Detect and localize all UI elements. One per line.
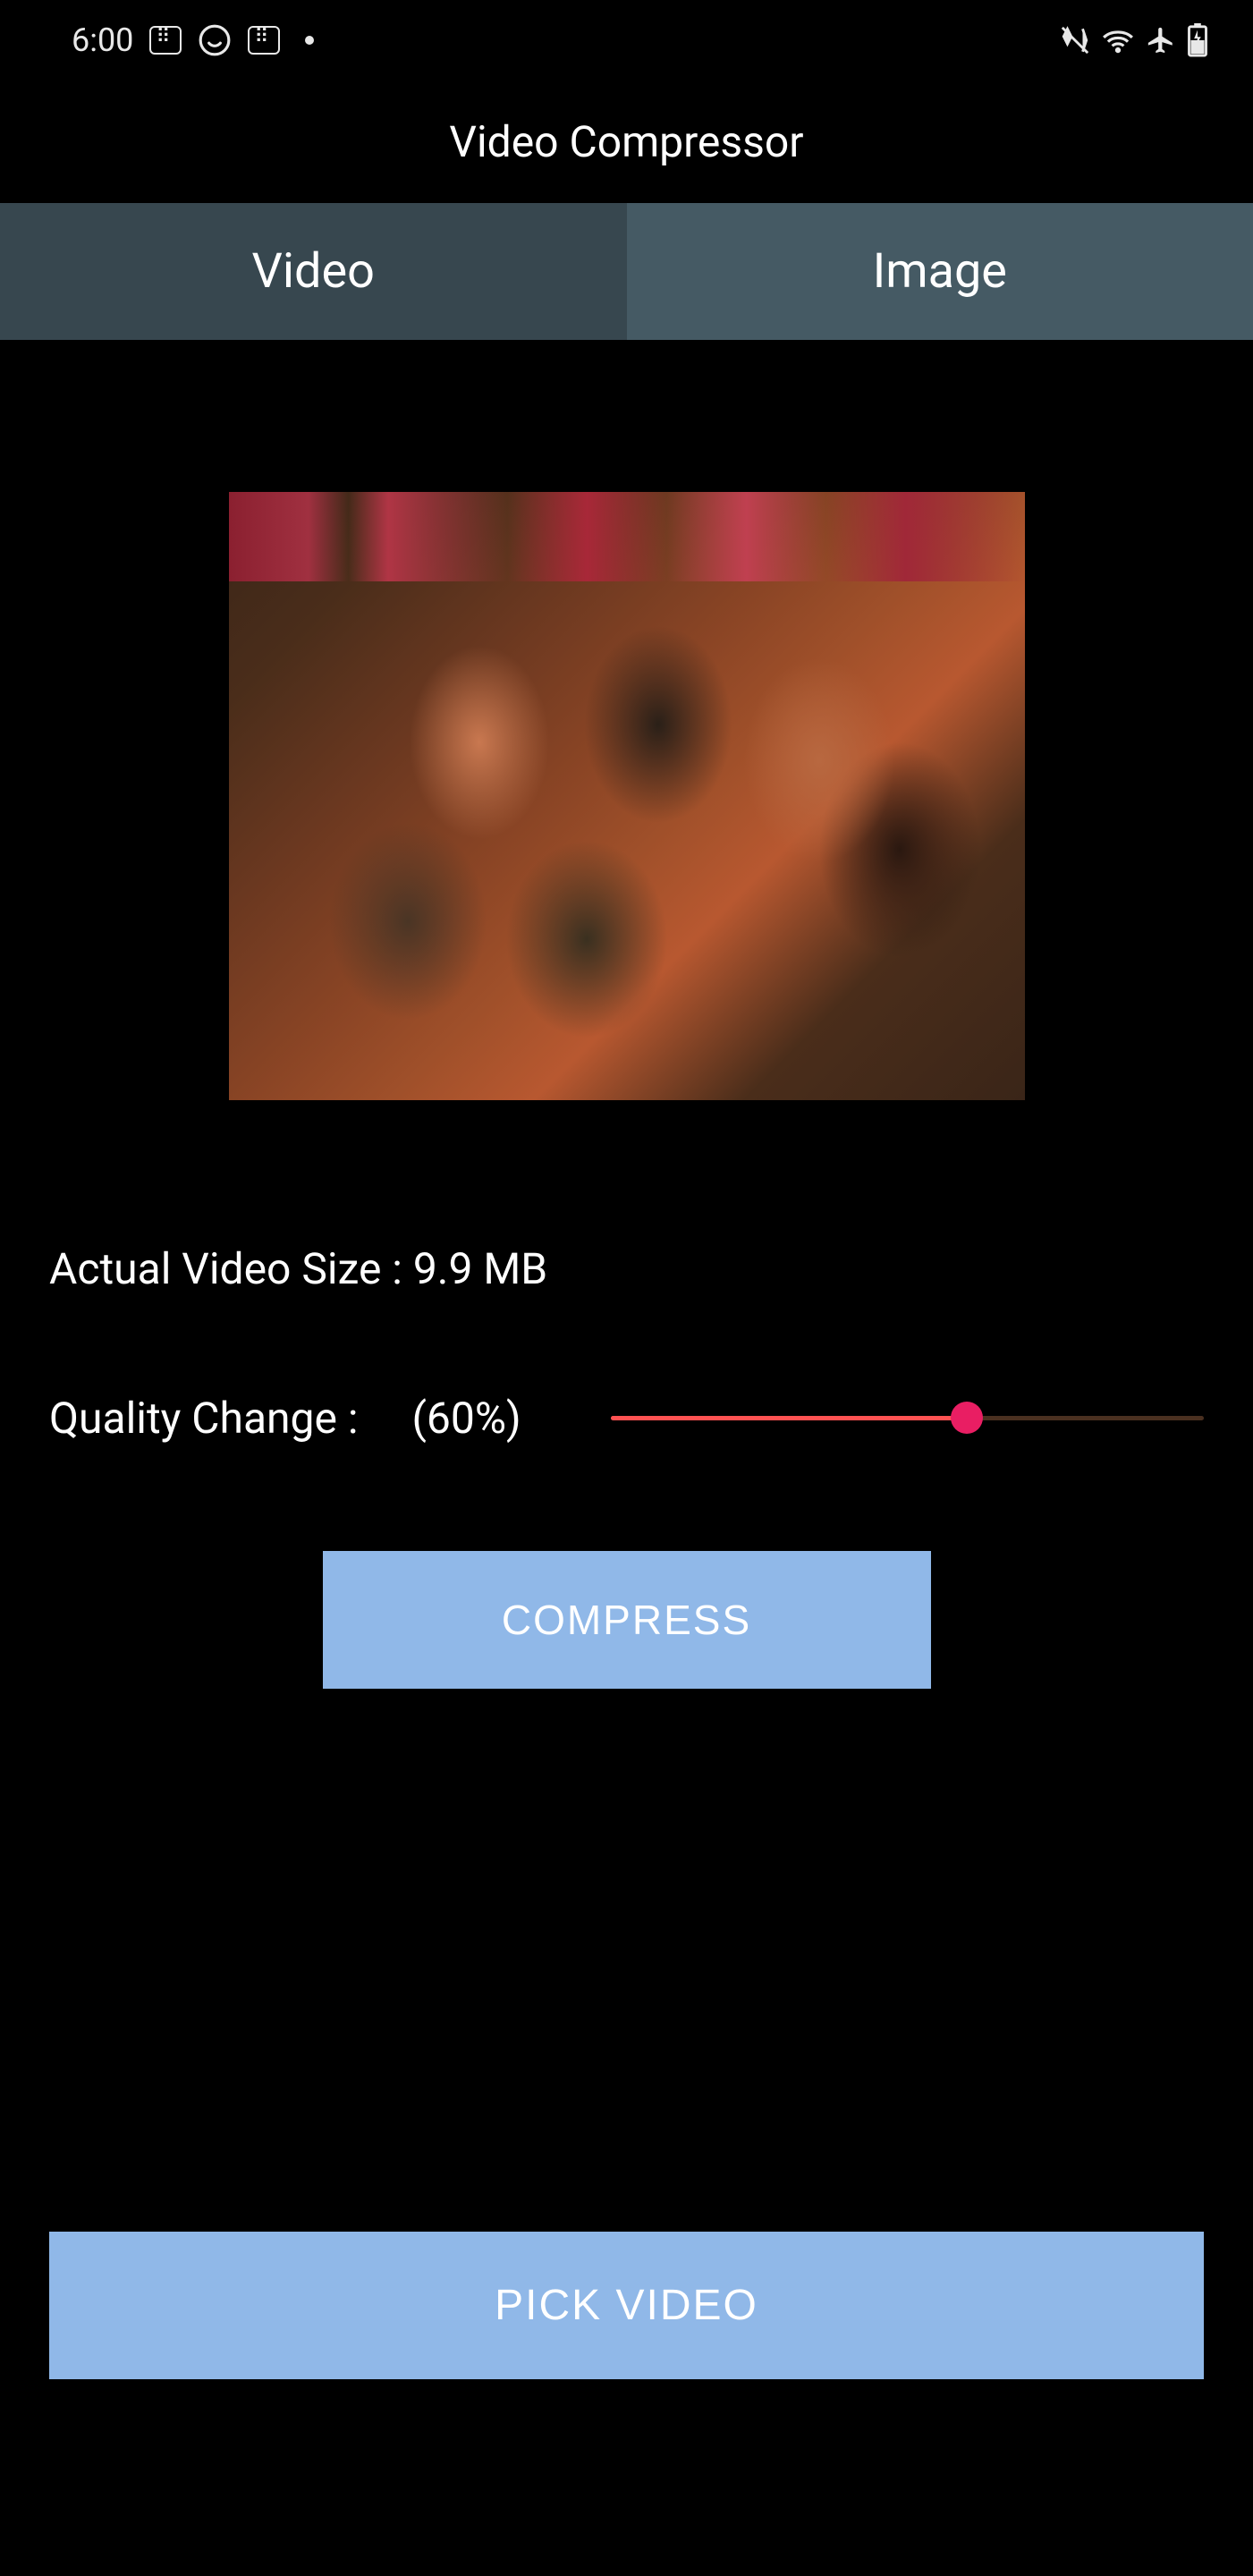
status-right	[1060, 23, 1208, 57]
vibrate-icon	[1060, 25, 1090, 55]
airplane-icon	[1146, 25, 1176, 55]
keyboard-icon	[149, 26, 182, 55]
slider-track	[611, 1416, 1204, 1420]
pick-video-button[interactable]: PICK VIDEO	[49, 2232, 1204, 2379]
whatsapp-icon	[198, 23, 232, 57]
app-title: Video Compressor	[0, 72, 1253, 203]
slider-fill	[611, 1416, 967, 1420]
quality-label: Quality Change :	[49, 1393, 359, 1444]
slider-thumb[interactable]	[951, 1402, 983, 1434]
tab-video[interactable]: Video	[0, 203, 627, 340]
keyboard-icon-2	[248, 26, 280, 55]
status-bar: 6:00	[0, 0, 1253, 72]
quality-value: (60%)	[412, 1393, 521, 1444]
status-time: 6:00	[72, 21, 133, 59]
quality-slider[interactable]	[611, 1416, 1204, 1420]
compress-button[interactable]: COMPRESS	[323, 1551, 931, 1689]
wifi-icon	[1101, 23, 1135, 57]
tab-image[interactable]: Image	[627, 203, 1253, 340]
video-thumbnail[interactable]	[229, 492, 1025, 1100]
battery-icon	[1187, 23, 1208, 57]
video-size-label: Actual Video Size : 9.9 MB	[0, 1199, 1253, 1312]
video-preview-container	[224, 394, 1029, 1199]
notification-dot	[305, 36, 314, 45]
status-left: 6:00	[72, 21, 314, 59]
quality-row: Quality Change : (60%)	[0, 1312, 1253, 1479]
tab-bar: Video Image	[0, 203, 1253, 340]
